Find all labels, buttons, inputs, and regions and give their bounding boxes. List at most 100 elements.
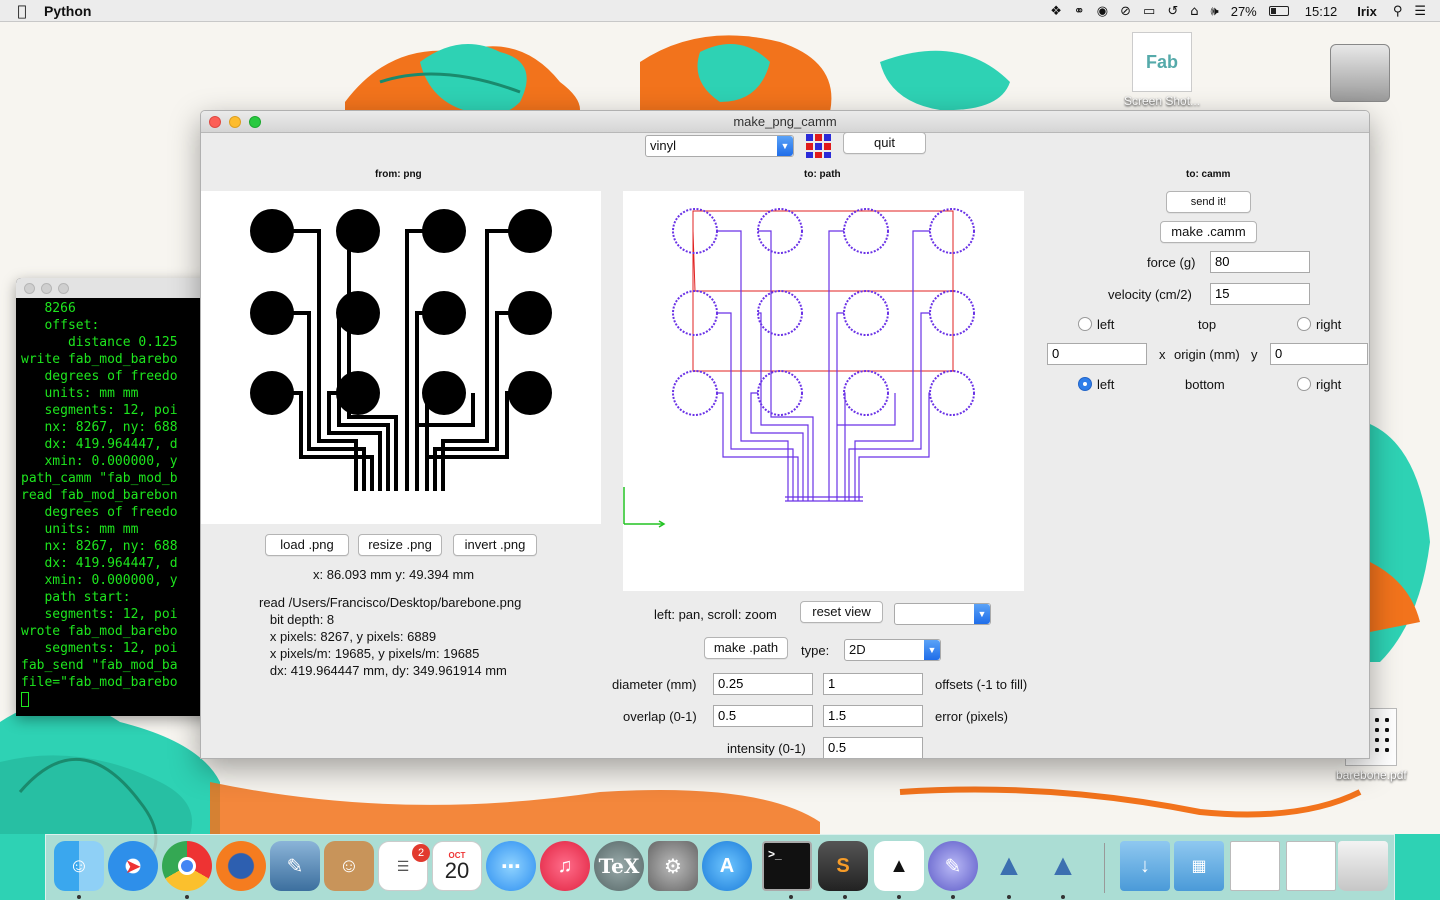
user-name[interactable]: Irix <box>1347 0 1387 22</box>
close-icon[interactable] <box>24 282 35 294</box>
origin-top-right-radio[interactable] <box>1297 317 1311 331</box>
terminal-window[interactable]: 8266 offset: distance 0.125 write fab_mod… <box>16 278 216 716</box>
offsets-input[interactable]: 1 <box>823 673 923 695</box>
origin-y-input[interactable]: 0 <box>1270 343 1368 365</box>
hard-drive-icon[interactable] <box>1330 44 1390 102</box>
terminal-line: units: mm mm <box>21 386 139 401</box>
fab-logo-icon[interactable] <box>805 133 833 159</box>
clock-circle-icon[interactable]: ◉ <box>1091 0 1114 22</box>
diameter-input[interactable]: 0.25 <box>713 673 813 695</box>
machine-select[interactable]: vinyl ▼ <box>645 135 794 157</box>
inkscape-icon[interactable]: ▲ <box>874 841 924 891</box>
terminal-output[interactable]: 8266 offset: distance 0.125 write fab_mod… <box>16 298 216 708</box>
python-launcher-icon[interactable]: ▲ <box>984 841 1034 891</box>
force-input[interactable]: 80 <box>1210 251 1310 273</box>
time-machine-icon[interactable]: ↺ <box>1161 0 1184 22</box>
finder-icon[interactable]: ☺ <box>54 841 104 891</box>
chrome-icon[interactable] <box>162 841 212 891</box>
python-launcher-icon[interactable]: ▲ <box>1038 841 1088 891</box>
error-label: error (pixels) <box>935 709 1008 724</box>
minimize-icon[interactable] <box>229 116 241 128</box>
origin-x-label: x <box>1159 347 1166 362</box>
terminal-icon[interactable]: >_ <box>762 841 812 891</box>
close-icon[interactable] <box>209 116 221 128</box>
send-it-button[interactable]: send it! <box>1166 191 1251 213</box>
app-store-icon[interactable]: A <box>702 841 752 891</box>
resize-png-button[interactable]: resize .png <box>358 534 442 556</box>
terminal-line: segments: 12, poi <box>21 641 178 656</box>
applications-folder-icon[interactable]: ▦ <box>1174 841 1224 891</box>
running-indicator <box>897 895 901 899</box>
messages-icon[interactable]: ⋯ <box>486 841 536 891</box>
running-indicator <box>789 895 793 899</box>
from-png-header: from: png <box>375 169 422 180</box>
dock-separator <box>1104 843 1105 893</box>
zoom-icon[interactable] <box>58 282 69 294</box>
trash-icon[interactable] <box>1338 841 1388 891</box>
terminal-line: nx: 8267, ny: 688 <box>21 420 178 435</box>
origin-x-input[interactable]: 0 <box>1047 343 1147 365</box>
origin-top-left-radio[interactable] <box>1078 317 1092 331</box>
spotlight-icon[interactable]: ⚲ <box>1387 0 1409 22</box>
apple-menu-icon[interactable]:  <box>0 2 44 20</box>
terminal-line: wrote fab_mod_barebo <box>21 624 178 639</box>
script-editor-icon[interactable]: ✎ <box>928 841 978 891</box>
view-select[interactable]: ▼ <box>894 603 991 625</box>
file-info-line: x pixels: 8267, y pixels: 6889 <box>259 629 437 644</box>
itunes-icon[interactable]: ♫ <box>540 841 590 891</box>
terminal-titlebar[interactable] <box>16 278 216 298</box>
path-preview-canvas[interactable] <box>623 191 1024 591</box>
overlap-input[interactable]: 0.5 <box>713 705 813 727</box>
safari-icon[interactable]: ➤ <box>108 841 158 891</box>
zoom-icon[interactable] <box>249 116 261 128</box>
calendar-icon[interactable]: OCT 20 <box>432 841 482 891</box>
firefox-icon[interactable] <box>216 841 266 891</box>
window-titlebar[interactable]: make_png_camm <box>201 111 1369 133</box>
fab-cafe-icon[interactable]: Fab Screen Shot... <box>1124 32 1200 108</box>
do-not-disturb-icon[interactable]: ⊘ <box>1114 0 1137 22</box>
glasses-icon[interactable]: ⚭ <box>1068 0 1091 22</box>
notification-center-icon[interactable]: ☰ <box>1408 0 1440 22</box>
battery-percent[interactable]: 27% <box>1225 0 1263 22</box>
running-indicator <box>1007 895 1011 899</box>
active-app-name[interactable]: Python <box>44 3 91 19</box>
png-preview-canvas[interactable] <box>201 191 601 524</box>
contacts-icon[interactable]: ☺ <box>324 841 374 891</box>
load-png-button[interactable]: load .png <box>265 534 349 556</box>
bottom-label: bottom <box>1185 377 1225 392</box>
file-info-line: read /Users/Francisco/Desktop/barebone.p… <box>259 595 522 610</box>
running-indicator <box>1061 895 1065 899</box>
clock-time[interactable]: 15:12 <box>1295 0 1348 22</box>
airplay-icon[interactable]: ▭ <box>1137 0 1161 22</box>
running-indicator <box>77 895 81 899</box>
system-preferences-icon[interactable]: ⚙ <box>648 841 698 891</box>
origin-bottom-right-radio[interactable] <box>1297 377 1311 391</box>
error-input[interactable]: 1.5 <box>823 705 923 727</box>
top-left-label: left <box>1097 317 1115 332</box>
cursor-coordinates: x: 86.093 mm y: 49.394 mm <box>313 567 475 582</box>
tex-icon[interactable]: TeX <box>594 841 644 891</box>
make-path-button[interactable]: make .path <box>704 637 788 659</box>
volume-icon[interactable]: 🕪 <box>1205 0 1225 22</box>
minimize-icon[interactable] <box>41 282 52 294</box>
reset-view-button[interactable]: reset view <box>800 601 883 623</box>
sublime-text-icon[interactable]: S <box>818 841 868 891</box>
velocity-input[interactable]: 15 <box>1210 283 1310 305</box>
overlap-label: overlap (0-1) <box>623 709 697 724</box>
downloads-folder-icon[interactable]: ↓ <box>1120 841 1170 891</box>
bottom-left-label: left <box>1097 377 1115 392</box>
make-camm-button[interactable]: make .camm <box>1160 221 1257 243</box>
files-stack-icon[interactable] <box>1286 841 1336 891</box>
documents-stack-icon[interactable] <box>1230 841 1280 891</box>
wifi-icon[interactable]: ⌂ <box>1184 0 1204 22</box>
origin-bottom-left-radio[interactable] <box>1078 377 1092 391</box>
preview-icon[interactable]: ✎ <box>270 841 320 891</box>
terminal-line: write fab_mod_barebo <box>21 352 178 367</box>
dropbox-icon[interactable]: ❖ <box>1044 0 1068 22</box>
type-select[interactable]: 2D ▼ <box>844 639 941 661</box>
invert-png-button[interactable]: invert .png <box>453 534 537 556</box>
intensity-input[interactable]: 0.5 <box>823 737 923 758</box>
quit-button[interactable]: quit <box>843 132 926 154</box>
battery-icon[interactable] <box>1263 0 1295 22</box>
reminders-icon[interactable]: ☰ 2 <box>378 841 430 891</box>
